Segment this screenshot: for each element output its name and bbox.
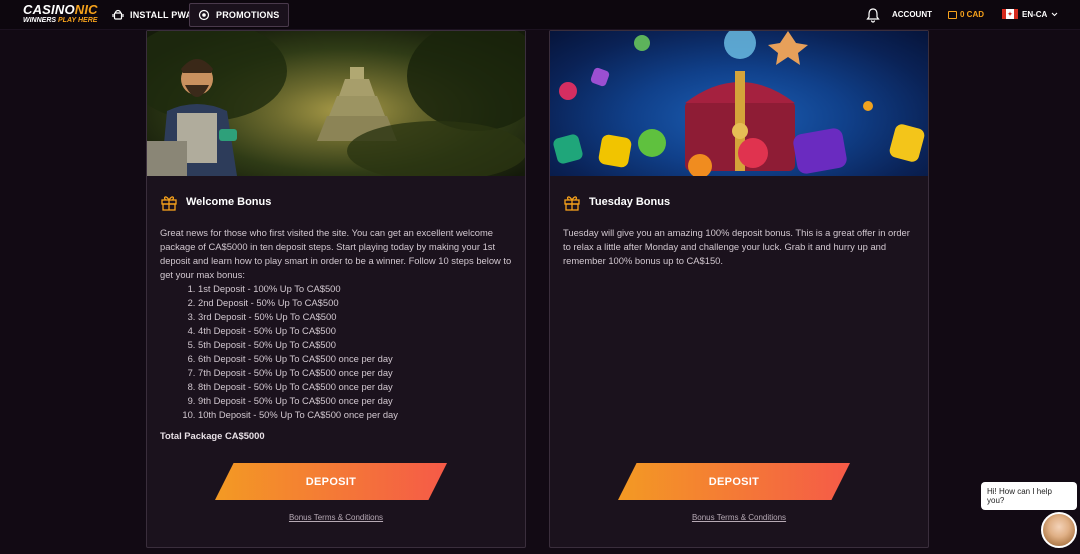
treasure-chest-illustration (553, 31, 925, 176)
chevron-down-icon (1051, 12, 1058, 16)
tuesday-bonus-intro: Tuesday will give you an amazing 100% de… (563, 227, 910, 266)
logo-accent-text: NIC (74, 2, 98, 17)
list-item: 1st Deposit - 100% Up To CA$500 (198, 282, 516, 296)
language-selector[interactable]: ✦ EN-CA (1002, 9, 1058, 19)
chat-greeting-bubble[interactable]: Hi! How can I help you? (981, 482, 1077, 510)
welcome-bonus-description: Great news for those who first visited t… (160, 226, 516, 443)
gift-icon (564, 196, 580, 211)
welcome-bonus-header: Welcome Bonus (160, 193, 271, 211)
tuesday-bonus-terms-link[interactable]: Bonus Terms & Conditions (550, 513, 928, 522)
list-item: 5th Deposit - 50% Up To CA$500 (198, 338, 516, 352)
welcome-bonus-banner-image (147, 31, 525, 176)
promotions-button[interactable]: PROMOTIONS (189, 3, 289, 27)
tuesday-bonus-title: Tuesday Bonus (589, 196, 671, 208)
install-pwa-button[interactable]: INSTALL PWA (104, 3, 200, 27)
jungle-temple-illustration (147, 31, 525, 176)
list-item: 3rd Deposit - 50% Up To CA$500 (198, 310, 516, 324)
list-item: 8th Deposit - 50% Up To CA$500 once per … (198, 380, 516, 394)
notifications-bell-icon[interactable] (866, 7, 880, 23)
welcome-bonus-card: Welcome Bonus Great news for those who f… (146, 30, 526, 548)
tuesday-bonus-description: Tuesday will give you an amazing 100% de… (563, 226, 919, 268)
logo-text: CASINO (23, 2, 75, 17)
casinonic-logo[interactable]: CASINONIC WINNERS PLAY HERE (23, 3, 98, 24)
language-label: EN-CA (1022, 9, 1048, 19)
balance-display[interactable]: 0 CAD (948, 10, 984, 19)
logo-tagline-1: WINNERS (23, 17, 57, 24)
tuesday-bonus-header: Tuesday Bonus (563, 193, 670, 211)
list-item: 2nd Deposit - 50% Up To CA$500 (198, 296, 516, 310)
deposit-steps-list: 1st Deposit - 100% Up To CA$500 2nd Depo… (198, 282, 516, 422)
android-icon (112, 9, 124, 20)
total-package-text: Total Package CA$5000 (160, 430, 265, 441)
promotions-label: PROMOTIONS (216, 10, 280, 20)
welcome-bonus-terms-link[interactable]: Bonus Terms & Conditions (147, 513, 525, 522)
tuesday-bonus-banner-image (550, 31, 928, 176)
wallet-icon (948, 10, 957, 19)
install-pwa-label: INSTALL PWA (130, 10, 193, 20)
welcome-bonus-title: Welcome Bonus (186, 196, 272, 208)
balance-amount: 0 CAD (960, 10, 985, 19)
list-item: 4th Deposit - 50% Up To CA$500 (198, 324, 516, 338)
list-item: 9th Deposit - 50% Up To CA$500 once per … (198, 394, 516, 408)
list-item: 6th Deposit - 50% Up To CA$500 once per … (198, 352, 516, 366)
account-link[interactable]: ACCOUNT (892, 10, 932, 19)
welcome-deposit-button[interactable]: DEPOSIT (215, 463, 447, 500)
tuesday-deposit-button[interactable]: DEPOSIT (618, 463, 850, 500)
chat-support-avatar[interactable] (1041, 512, 1077, 548)
gift-icon (161, 196, 177, 211)
logo-tagline-2: PLAY HERE (58, 17, 98, 24)
top-navigation-bar: CASINONIC WINNERS PLAY HERE INSTALL PWA … (0, 0, 1080, 30)
list-item: 7th Deposit - 50% Up To CA$500 once per … (198, 366, 516, 380)
canada-flag-icon: ✦ (1002, 9, 1018, 19)
list-item: 10th Deposit - 50% Up To CA$500 once per… (198, 408, 516, 422)
welcome-bonus-intro: Great news for those who first visited t… (160, 227, 512, 280)
promotions-icon (198, 9, 210, 21)
tuesday-bonus-card: Tuesday Bonus Tuesday will give you an a… (549, 30, 929, 548)
